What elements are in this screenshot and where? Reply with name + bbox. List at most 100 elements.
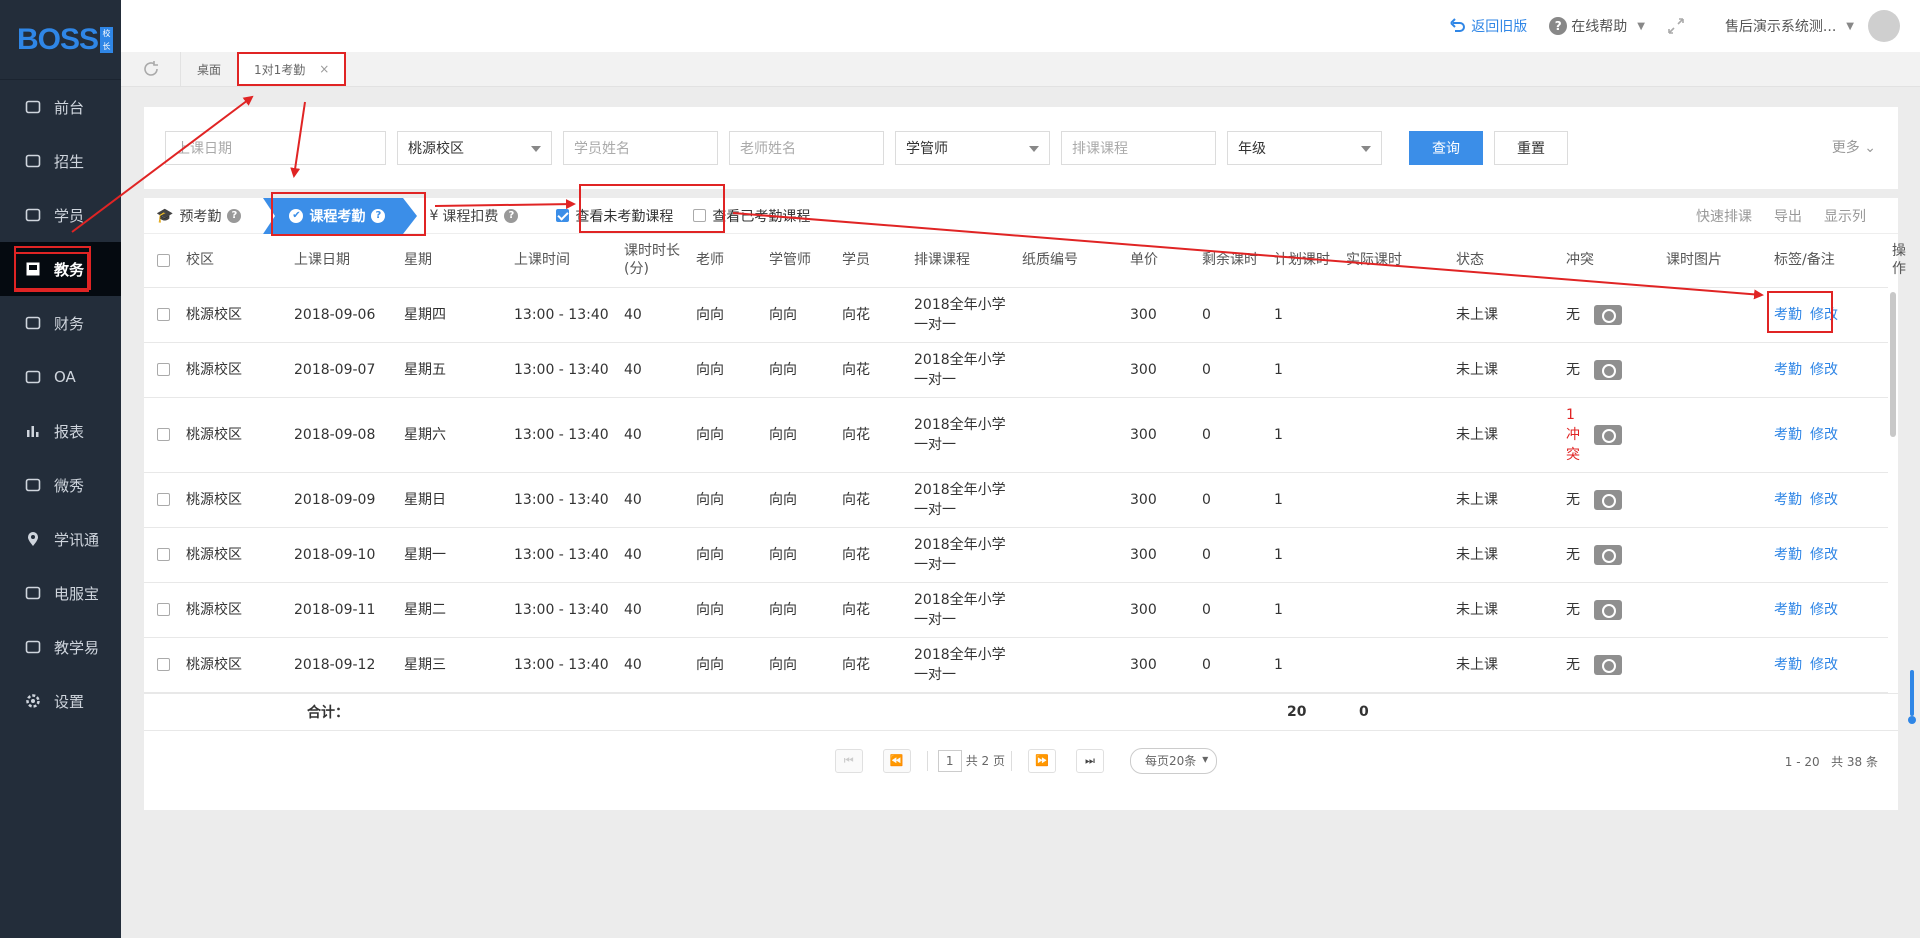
campus-select[interactable]: 桃源校区: [397, 131, 552, 165]
sidebar-item-10[interactable]: 教学易: [0, 620, 121, 674]
sidebar-item-11[interactable]: 设置: [0, 674, 121, 728]
show-unchecked-checkbox[interactable]: 查看未考勤课程: [556, 206, 673, 226]
date-input[interactable]: 上课日期: [165, 131, 386, 165]
sidebar-item-1[interactable]: 招生: [0, 134, 121, 188]
edit-button[interactable]: 修改: [1810, 602, 1838, 618]
table-row[interactable]: 桃源校区 2018-09-07 星期五 13:00 - 13:40 40 向向 向向 向花 20…: [144, 342, 1888, 398]
attend-button[interactable]: 考勤: [1774, 362, 1802, 378]
online-help-menu[interactable]: ? 在线帮助 ▼: [1549, 16, 1645, 36]
columns-link[interactable]: 显示列: [1824, 206, 1866, 226]
sidebar-item-2[interactable]: 学员: [0, 188, 121, 242]
step-course-attendance[interactable]: ✔ 课程考勤 ?: [263, 197, 418, 234]
edit-button[interactable]: 修改: [1810, 657, 1838, 673]
grade-select[interactable]: 年级: [1227, 131, 1382, 165]
table-row[interactable]: 桃源校区 2018-09-10 星期一 13:00 - 13:40 40 向向 向向 向花 20…: [144, 527, 1888, 583]
edit-button[interactable]: 修改: [1810, 492, 1838, 508]
row-checkbox[interactable]: [156, 308, 170, 321]
edit-button[interactable]: 修改: [1810, 307, 1838, 323]
camera-icon[interactable]: [1594, 599, 1622, 620]
attend-button[interactable]: 考勤: [1774, 547, 1802, 563]
table-row[interactable]: 桃源校区 2018-09-06 星期四 13:00 - 13:40 40 向向 向向 向花 20…: [144, 287, 1888, 343]
camera-icon[interactable]: [1594, 489, 1622, 510]
sidebar-item-4[interactable]: 财务: [0, 296, 121, 350]
first-page-button[interactable]: ⏮: [834, 748, 863, 773]
calendar-icon: [24, 98, 42, 116]
student-name-input[interactable]: 学员姓名: [563, 131, 718, 165]
sidebar-item-label: 教学易: [54, 638, 100, 657]
last-page-button[interactable]: ⏭: [1075, 748, 1104, 773]
query-button[interactable]: 查询: [1409, 131, 1483, 165]
back-old-version-link[interactable]: 返回旧版: [1449, 16, 1527, 36]
avatar[interactable]: [1868, 10, 1900, 42]
cell-planned: 1: [1270, 582, 1342, 638]
show-checked-checkbox[interactable]: 查看已考勤课程: [693, 206, 810, 226]
row-checkbox[interactable]: [156, 603, 170, 616]
attend-button[interactable]: 考勤: [1774, 492, 1802, 508]
step-pre-attendance[interactable]: 🎓 预考勤 ?: [144, 198, 253, 234]
cell-student: 向花: [838, 637, 910, 693]
step-course-deduction[interactable]: ¥ 课程扣费 ?: [417, 198, 530, 234]
sidebar-item-3[interactable]: 教务: [0, 242, 121, 296]
camera-icon[interactable]: [1594, 654, 1622, 675]
teacher-name-input[interactable]: 老师姓名: [729, 131, 884, 165]
table-row[interactable]: 桃源校区 2018-09-11 星期二 13:00 - 13:40 40 向向 向向 向花 20…: [144, 582, 1888, 638]
quick-schedule-link[interactable]: 快速排课: [1696, 206, 1752, 226]
next-page-button[interactable]: ⏩: [1027, 748, 1056, 773]
reset-button[interactable]: 重置: [1494, 131, 1568, 165]
table-row[interactable]: 桃源校区 2018-09-09 星期日 13:00 - 13:40 40 向向 向向 向花 20…: [144, 472, 1888, 528]
app-logo[interactable]: BOSS 校长: [0, 0, 121, 80]
tab-1v1-attendance[interactable]: 1对1考勤 ×: [237, 52, 347, 86]
attend-button[interactable]: 考勤: [1774, 602, 1802, 618]
cell-time: 13:00 - 13:40: [510, 287, 620, 343]
cell-price: 300: [1126, 637, 1198, 693]
row-checkbox[interactable]: [156, 548, 170, 561]
row-checkbox[interactable]: [156, 428, 170, 441]
course-input[interactable]: 排课课程: [1061, 131, 1216, 165]
attend-button[interactable]: 考勤: [1774, 427, 1802, 443]
refresh-icon: [143, 61, 158, 76]
attend-button[interactable]: 考勤: [1774, 307, 1802, 323]
more-filters-toggle[interactable]: 更多 ⌄: [1832, 137, 1876, 157]
select-all-checkbox[interactable]: [156, 253, 170, 267]
edit-button[interactable]: 修改: [1810, 427, 1838, 443]
page-size-select[interactable]: 每页20条: [1129, 747, 1218, 774]
sidebar-item-5[interactable]: OA: [0, 350, 121, 404]
column-header: 冲突: [1562, 234, 1662, 288]
cell-time: 13:00 - 13:40: [510, 472, 620, 528]
cell-status: 未上课: [1452, 472, 1562, 528]
table-scrollbar[interactable]: [1890, 292, 1896, 437]
cell-price: 300: [1126, 287, 1198, 343]
cell-time: 13:00 - 13:40: [510, 637, 620, 693]
camera-icon[interactable]: [1594, 359, 1622, 380]
sidebar-item-8[interactable]: 学讯通: [0, 512, 121, 566]
export-link[interactable]: 导出: [1774, 206, 1802, 226]
tab-desktop[interactable]: 桌面: [181, 52, 239, 86]
edit-button[interactable]: 修改: [1810, 547, 1838, 563]
page-input[interactable]: 1: [937, 749, 962, 772]
attend-button[interactable]: 考勤: [1774, 657, 1802, 673]
phone-icon: [24, 584, 42, 602]
step-pre-label: 预考勤: [179, 208, 222, 225]
table-row[interactable]: 桃源校区 2018-09-08 星期六 13:00 - 13:40 40 向向 向向 向花 20…: [144, 397, 1888, 473]
sidebar-item-9[interactable]: 电服宝: [0, 566, 121, 620]
fullscreen-button[interactable]: [1667, 17, 1685, 35]
help-icon[interactable]: ?: [371, 208, 386, 223]
prev-page-button[interactable]: ⏪: [882, 748, 911, 773]
table-row[interactable]: 桃源校区 2018-09-12 星期三 13:00 - 13:40 40 向向 向向 向花 20…: [144, 637, 1888, 693]
user-menu[interactable]: 售后演示系统测... ▼: [1725, 16, 1854, 36]
refresh-button[interactable]: [121, 52, 181, 86]
edit-button[interactable]: 修改: [1810, 362, 1838, 378]
sidebar-item-6[interactable]: 报表: [0, 404, 121, 458]
row-checkbox[interactable]: [156, 363, 170, 376]
help-icon[interactable]: ?: [227, 208, 242, 223]
help-icon[interactable]: ?: [504, 208, 519, 223]
sidebar-item-7[interactable]: 微秀: [0, 458, 121, 512]
row-checkbox[interactable]: [156, 658, 170, 671]
sidebar-item-0[interactable]: 前台: [0, 80, 121, 134]
camera-icon[interactable]: [1594, 304, 1622, 325]
camera-icon[interactable]: [1594, 424, 1622, 445]
row-checkbox[interactable]: [156, 493, 170, 506]
camera-icon[interactable]: [1594, 544, 1622, 565]
close-icon[interactable]: ×: [319, 62, 329, 76]
manager-select[interactable]: 学管师: [895, 131, 1050, 165]
